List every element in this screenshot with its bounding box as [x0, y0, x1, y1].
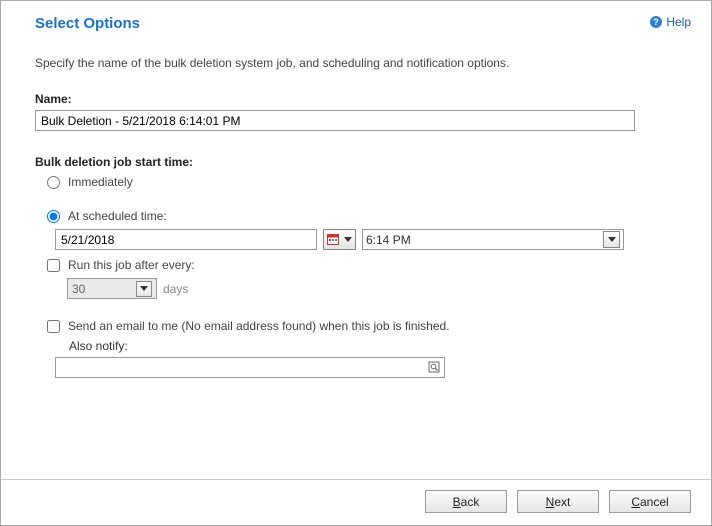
help-icon: ?	[649, 15, 663, 29]
chevron-down-icon	[140, 286, 148, 291]
run-after-days-select[interactable]: 30	[67, 278, 157, 299]
time-dropdown-button[interactable]	[603, 231, 620, 248]
chevron-down-icon	[608, 237, 616, 242]
run-after-unit: days	[163, 282, 188, 296]
cancel-label-rest: ancel	[640, 495, 669, 509]
lookup-icon	[428, 361, 442, 375]
next-label-rest: ext	[554, 495, 570, 509]
calendar-icon	[327, 233, 342, 246]
also-notify-input[interactable]	[55, 357, 445, 378]
back-button[interactable]: Back	[425, 490, 507, 513]
description-text: Specify the name of the bulk deletion sy…	[35, 56, 677, 70]
chevron-down-icon	[344, 237, 352, 242]
run-after-row[interactable]: Run this job after every:	[47, 258, 677, 272]
radio-immediately[interactable]	[47, 176, 60, 189]
svg-text:?: ?	[654, 17, 660, 27]
radio-scheduled-label: At scheduled time:	[68, 209, 167, 223]
radio-scheduled[interactable]	[47, 210, 60, 223]
email-label: Send an email to me (No email address fo…	[68, 319, 450, 333]
also-notify-label: Also notify:	[69, 339, 677, 353]
dialog-footer: Back Next Cancel	[1, 479, 711, 525]
run-after-value: 30	[72, 282, 85, 296]
help-label: Help	[666, 15, 691, 29]
dialog-content: Specify the name of the bulk deletion sy…	[1, 38, 711, 479]
help-link[interactable]: ? Help	[649, 15, 691, 29]
run-after-checkbox[interactable]	[47, 259, 60, 272]
time-value: 6:14 PM	[366, 233, 411, 247]
also-notify-row	[55, 357, 445, 378]
start-time-label: Bulk deletion job start time:	[35, 155, 677, 169]
name-input[interactable]	[35, 110, 635, 131]
radio-immediately-row[interactable]: Immediately	[47, 175, 677, 189]
email-row[interactable]: Send an email to me (No email address fo…	[47, 319, 677, 333]
back-label-rest: ack	[461, 495, 480, 509]
dialog-window: Select Options ? Help Specify the name o…	[0, 0, 712, 526]
dialog-title: Select Options	[35, 15, 140, 32]
time-select[interactable]: 6:14 PM	[362, 229, 624, 250]
name-label: Name:	[35, 92, 677, 106]
date-input[interactable]	[55, 229, 317, 250]
run-after-label: Run this job after every:	[68, 258, 195, 272]
date-picker-button[interactable]	[323, 229, 356, 250]
lookup-button[interactable]	[426, 359, 443, 376]
cancel-button[interactable]: Cancel	[609, 490, 691, 513]
dialog-header: Select Options ? Help	[1, 1, 711, 38]
radio-immediately-label: Immediately	[68, 175, 133, 189]
schedule-datetime-row: 6:14 PM	[55, 229, 677, 250]
days-dropdown-button[interactable]	[136, 281, 152, 297]
email-checkbox[interactable]	[47, 320, 60, 333]
next-button[interactable]: Next	[517, 490, 599, 513]
radio-scheduled-row[interactable]: At scheduled time:	[47, 209, 677, 223]
